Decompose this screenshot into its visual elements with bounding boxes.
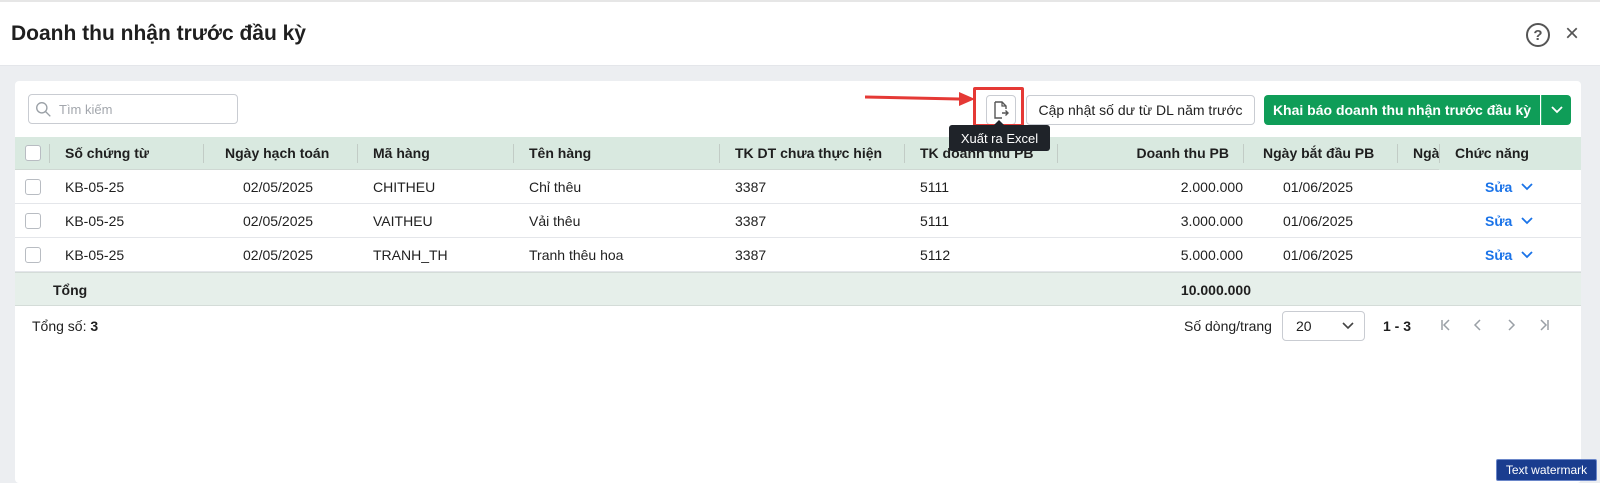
unearned-account-cell: 3387	[735, 213, 767, 229]
row-checkbox[interactable]	[25, 247, 41, 263]
date-cell: 02/05/2025	[243, 213, 314, 229]
text-watermark: Text watermark	[1496, 459, 1597, 481]
date-cell: 02/05/2025	[243, 179, 314, 195]
chevron-down-icon[interactable]	[1521, 182, 1533, 192]
name-cell: Chỉ thêu	[529, 179, 582, 195]
start-date-cell: 01/06/2025	[1283, 179, 1354, 195]
column-header[interactable]: Tên hàng	[513, 137, 719, 170]
revenue-account-cell: 5112	[920, 247, 951, 263]
close-icon[interactable]: ×	[1560, 22, 1584, 46]
column-header[interactable]: Ngày bắt đầu PB	[1243, 137, 1397, 170]
total-label: Tổng	[53, 282, 88, 298]
rows-per-page-label: Số dòng/trang	[1184, 318, 1272, 334]
column-header[interactable]: TK DT chưa thực hiện	[719, 137, 904, 170]
revenue-account-cell: 5111	[920, 213, 950, 229]
next-page-icon[interactable]	[1500, 313, 1522, 337]
row-checkbox[interactable]	[25, 179, 41, 195]
edit-link[interactable]: Sửa	[1485, 238, 1512, 272]
help-icon[interactable]: ?	[1526, 23, 1550, 47]
name-cell: Vải thêu	[529, 213, 581, 229]
table-row[interactable]: KB-05-25 02/05/2025 VAITHEU Vải thêu 338…	[15, 204, 1581, 238]
column-header[interactable]: Doanh thu PB	[1057, 137, 1243, 170]
prev-page-icon[interactable]	[1467, 313, 1489, 337]
page-range: 1 - 3	[1383, 318, 1412, 334]
amount-cell: 2.000.000	[1180, 179, 1243, 195]
total-amount: 10.000.000	[1180, 282, 1251, 298]
voucher-cell: KB-05-25	[65, 247, 125, 263]
search-icon	[36, 102, 51, 117]
column-header[interactable]: Số chứng từ	[49, 137, 203, 170]
annotation-arrow-icon	[865, 92, 975, 106]
column-header[interactable]: Ngày hạch toán	[203, 137, 357, 170]
export-tooltip: Xuất ra Excel	[949, 120, 1050, 151]
amount-cell: 3.000.000	[1180, 213, 1243, 229]
rows-per-page-value: 20	[1296, 318, 1312, 334]
table-header: Số chứng từ Ngày hạch toán Mã hàng Tên h…	[15, 137, 1581, 170]
voucher-cell: KB-05-25	[65, 213, 125, 229]
column-header: Chức năng	[1439, 137, 1581, 170]
row-checkbox[interactable]	[25, 213, 41, 229]
table-row[interactable]: KB-05-25 02/05/2025 TRANH_TH Tranh thêu …	[15, 238, 1581, 272]
chevron-down-icon[interactable]	[1521, 216, 1533, 226]
table-row[interactable]: KB-05-25 02/05/2025 CHITHEU Chỉ thêu 338…	[15, 170, 1581, 204]
select-all-checkbox[interactable]	[25, 145, 41, 161]
start-date-cell: 01/06/2025	[1283, 213, 1354, 229]
unearned-account-cell: 3387	[735, 179, 767, 195]
start-date-cell: 01/06/2025	[1283, 247, 1354, 263]
name-cell: Tranh thêu hoa	[529, 247, 624, 263]
rows-per-page-select[interactable]: 20	[1282, 311, 1365, 341]
code-cell: TRANH_TH	[373, 247, 448, 263]
first-page-icon[interactable]	[1435, 313, 1457, 337]
chevron-down-icon	[1550, 106, 1563, 114]
amount-cell: 5.000.000	[1180, 247, 1243, 263]
chevron-down-icon[interactable]	[1521, 250, 1533, 260]
edit-link[interactable]: Sửa	[1485, 204, 1512, 238]
declare-revenue-button[interactable]: Khai báo doanh thu nhận trước đầu kỳ	[1264, 95, 1540, 125]
last-page-icon[interactable]	[1533, 313, 1555, 337]
date-cell: 02/05/2025	[243, 247, 314, 263]
voucher-cell: KB-05-25	[65, 179, 125, 195]
total-count-value: 3	[90, 318, 99, 334]
revenue-account-cell: 5111	[920, 179, 950, 195]
edit-link[interactable]: Sửa	[1485, 170, 1512, 204]
search-box[interactable]	[28, 94, 238, 124]
total-row: Tổng 10.000.000	[15, 272, 1581, 306]
total-count: Tổng số: 3	[32, 318, 98, 334]
code-cell: VAITHEU	[373, 213, 433, 229]
code-cell: CHITHEU	[373, 179, 436, 195]
declare-dropdown-button[interactable]	[1541, 95, 1571, 125]
dialog-header: Doanh thu nhận trước đầu kỳ ? ×	[0, 0, 1600, 66]
unearned-account-cell: 3387	[735, 247, 767, 263]
chevron-down-icon	[1342, 322, 1354, 330]
column-header[interactable]: Ngà	[1397, 137, 1439, 170]
total-count-label: Tổng số:	[32, 318, 87, 334]
column-header[interactable]: Mã hàng	[357, 137, 513, 170]
dialog-title: Doanh thu nhận trước đầu kỳ	[11, 22, 306, 45]
search-input[interactable]	[59, 99, 229, 119]
update-balance-button[interactable]: Cập nhật số dư từ DL năm trước	[1026, 95, 1255, 125]
